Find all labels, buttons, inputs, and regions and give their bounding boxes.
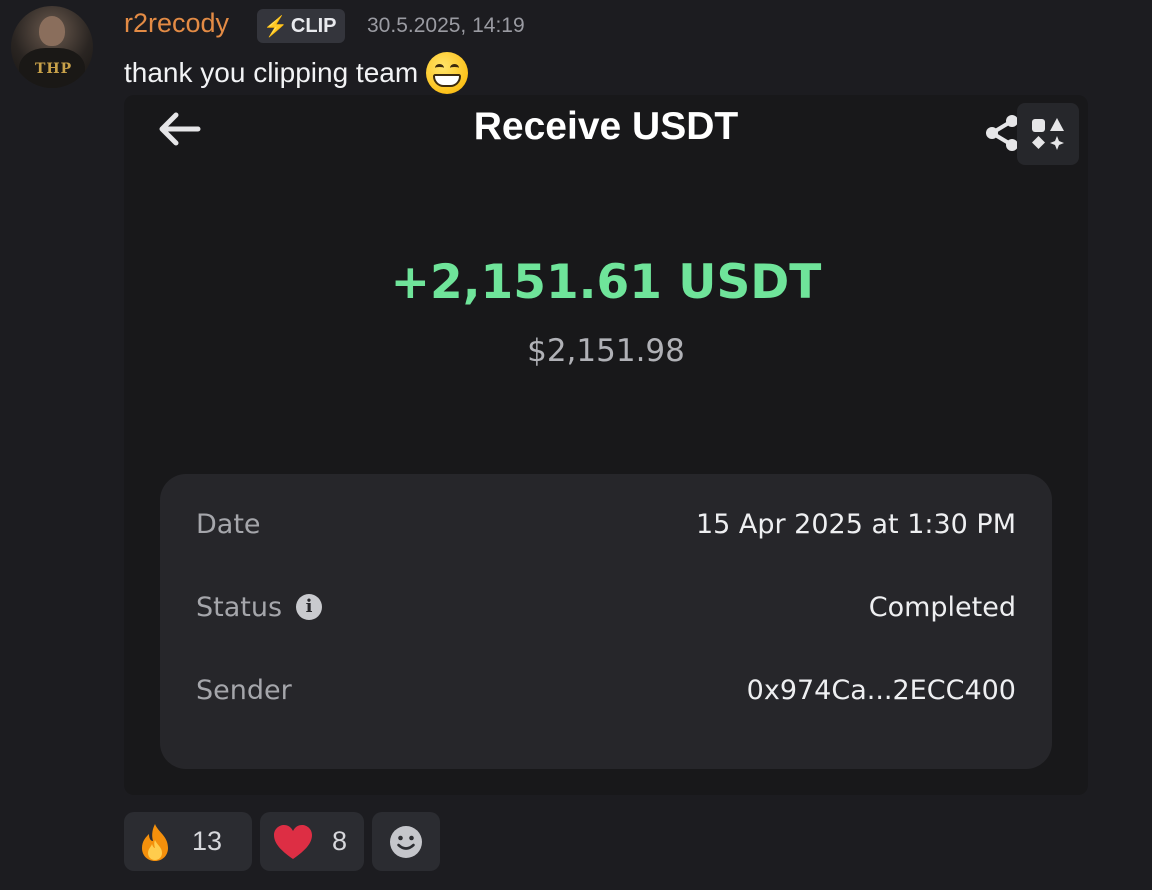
avatar[interactable]: THP bbox=[11, 6, 93, 88]
message-timestamp: 30.5.2025, 14:19 bbox=[367, 14, 525, 37]
page-title: Receive USDT bbox=[473, 105, 739, 148]
detail-row-date: Date 15 Apr 2025 at 1:30 PM bbox=[196, 504, 1016, 544]
detail-value: 15 Apr 2025 at 1:30 PM bbox=[695, 508, 1016, 540]
info-icon[interactable]: i bbox=[296, 594, 323, 620]
role-tag[interactable]: ⚡ CLIP bbox=[257, 9, 346, 43]
reaction-heart[interactable]: 8 bbox=[260, 812, 364, 871]
message-text-row: thank you clipping team bbox=[124, 52, 469, 94]
lightning-icon: ⚡ bbox=[263, 15, 288, 38]
add-reaction-button[interactable] bbox=[372, 812, 440, 871]
fire-icon bbox=[142, 823, 168, 861]
fiat-value: $2,151.98 bbox=[527, 333, 685, 369]
share-icon bbox=[986, 115, 1018, 151]
username[interactable]: r2recody bbox=[124, 8, 229, 39]
avatar-head bbox=[39, 16, 65, 46]
avatar-logo: THP bbox=[35, 61, 73, 77]
add-reaction-icon bbox=[390, 825, 422, 858]
heart-icon bbox=[274, 824, 312, 859]
reaction-count: 13 bbox=[192, 826, 223, 856]
detail-label: Status bbox=[196, 591, 283, 623]
apps-button[interactable] bbox=[1017, 103, 1079, 165]
received-amount: +2,151.61 USDT bbox=[390, 255, 822, 310]
reactions-bar: 13 8 bbox=[124, 812, 440, 871]
grinning-face-emoji bbox=[426, 52, 469, 94]
image-attachment[interactable]: Receive USDT +2,151.61 USDT $2,151.98 Da… bbox=[124, 95, 1088, 795]
role-tag-label: CLIP bbox=[290, 14, 337, 37]
transaction-details: Date 15 Apr 2025 at 1:30 PM Status i Com… bbox=[160, 474, 1052, 769]
detail-row-sender: Sender 0x974Ca...2ECC400 bbox=[196, 670, 1016, 710]
shapes-icon bbox=[1032, 118, 1064, 150]
detail-value: Completed bbox=[868, 591, 1016, 623]
chat-message: THP r2recody ⚡ CLIP 30.5.2025, 14:19 tha… bbox=[0, 0, 1152, 890]
detail-row-status: Status i Completed bbox=[196, 587, 1016, 627]
detail-label: Date bbox=[196, 508, 261, 540]
reaction-fire[interactable]: 13 bbox=[124, 812, 252, 871]
detail-value[interactable]: 0x974Ca...2ECC400 bbox=[747, 675, 1016, 706]
reaction-count: 8 bbox=[332, 826, 348, 856]
message-text: thank you clipping team bbox=[124, 57, 419, 88]
detail-label: Sender bbox=[196, 674, 292, 706]
